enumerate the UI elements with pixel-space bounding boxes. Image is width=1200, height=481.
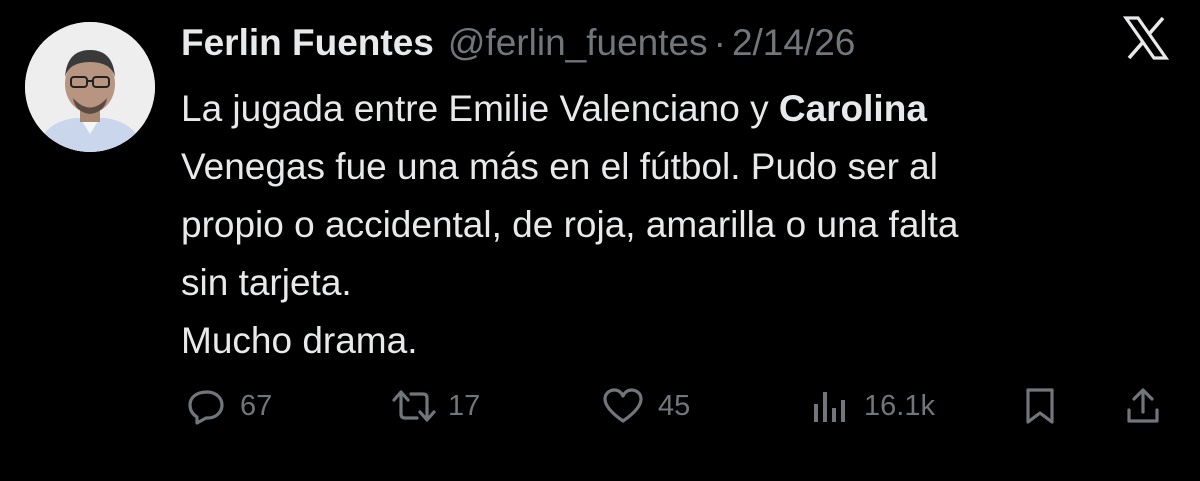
like-button[interactable]: 45 xyxy=(602,383,690,429)
like-count: 45 xyxy=(658,389,691,422)
avatar-photo xyxy=(25,22,155,152)
action-bar: 67 17 45 16.1k xyxy=(0,383,1200,429)
tweet-text: La jugada entre Emilie Valenciano y Caro… xyxy=(181,80,1171,370)
reply-icon xyxy=(188,390,224,425)
author-handle[interactable]: @ferlin_fuentes xyxy=(448,20,708,66)
bookmark-icon xyxy=(1026,388,1054,424)
reply-button[interactable]: 67 xyxy=(186,383,272,429)
author-name[interactable]: Ferlin Fuentes xyxy=(181,20,434,66)
share-icon xyxy=(1127,388,1159,423)
repost-count: 17 xyxy=(448,389,481,422)
reply-count: 67 xyxy=(240,389,273,422)
tweet-header: Ferlin Fuentes @ferlin_fuentes · 2/14/26 xyxy=(181,20,855,66)
views-button[interactable]: 16.1k xyxy=(810,383,935,429)
views-count: 16.1k xyxy=(864,389,935,422)
separator-dot: · xyxy=(713,22,726,63)
tweet-text-bold: Carolina xyxy=(778,88,927,129)
tweet-text-part-1: La jugada entre Emilie Valenciano y xyxy=(181,88,779,129)
repost-icon xyxy=(392,390,436,422)
x-logo-icon[interactable] xyxy=(1122,14,1170,62)
bookmark-button[interactable] xyxy=(1022,383,1058,429)
views-icon xyxy=(814,392,845,422)
tweet-text-part-2: Venegas fue una más en el fútbol. Pudo s… xyxy=(181,146,959,361)
like-icon xyxy=(603,388,643,423)
repost-button[interactable]: 17 xyxy=(390,383,480,429)
avatar[interactable] xyxy=(25,22,155,152)
share-button[interactable] xyxy=(1124,383,1162,429)
tweet-date[interactable]: 2/14/26 xyxy=(732,20,855,66)
